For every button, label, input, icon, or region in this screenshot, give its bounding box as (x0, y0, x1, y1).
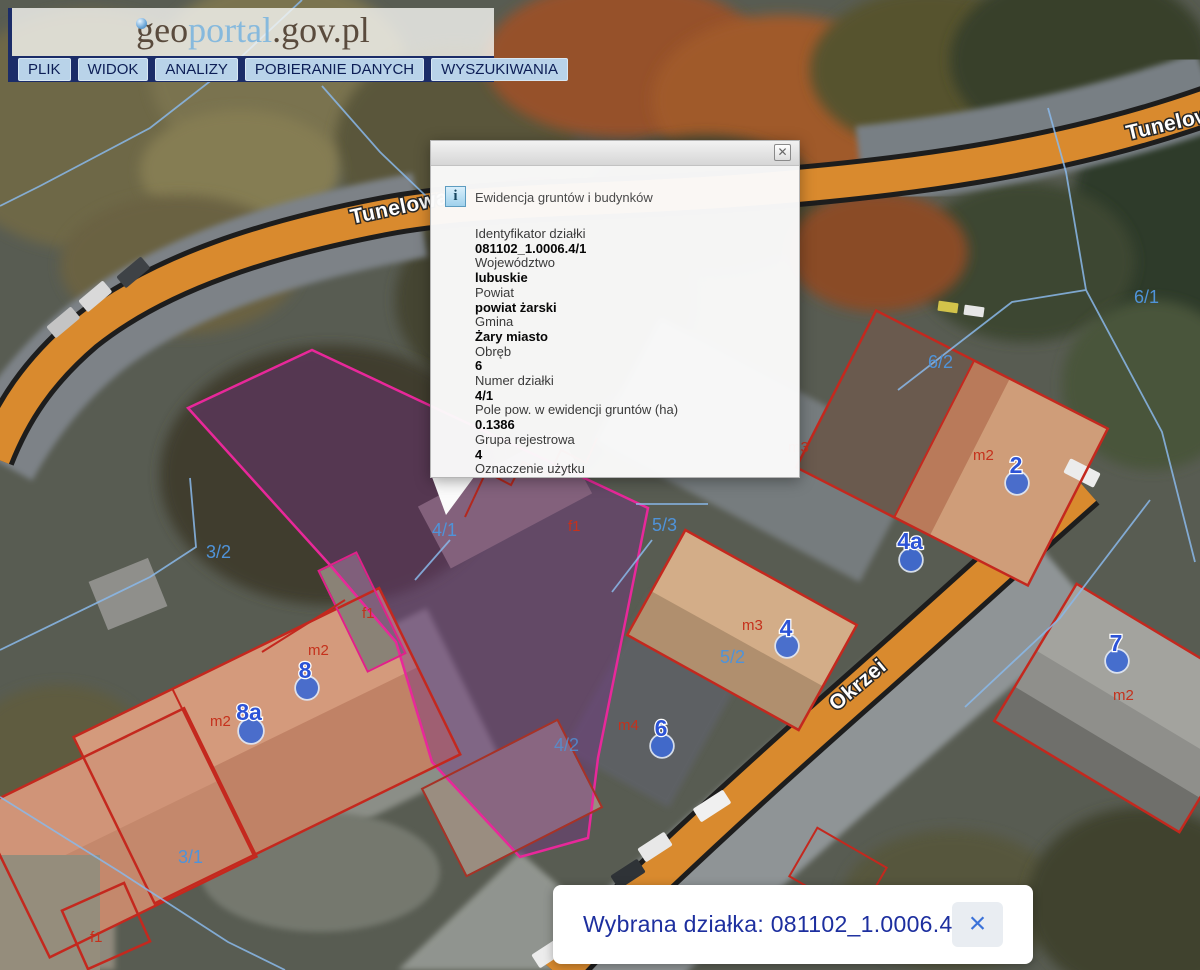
geoportal-app: Tunelowa Tunelowa Okrzei 3/2 4/1 5/3 5/2… (0, 0, 1200, 970)
svg-text:2: 2 (1010, 452, 1023, 478)
info-icon: i (445, 186, 466, 207)
svg-text:8a: 8a (236, 699, 262, 725)
popup-title: Ewidencja gruntów i budynków (475, 190, 653, 205)
svg-text:8: 8 (299, 657, 312, 683)
parcel-label: 4/1 (432, 520, 457, 540)
field-label: Identyfikator działki (475, 227, 791, 242)
svg-text:4a: 4a (897, 528, 923, 554)
field-value: 4/1 (475, 389, 791, 404)
field-value: lubuskie (475, 271, 791, 286)
field-label: Obręb (475, 345, 791, 360)
popup-titlebar[interactable] (431, 141, 799, 166)
field-value: 6 (475, 359, 791, 374)
field-label: Powiat (475, 286, 791, 301)
field-label: Pole pow. w ewidencji gruntów (ha) (475, 403, 791, 418)
info-popup: ✕ i Ewidencja gruntów i budynków Identyf… (430, 140, 800, 478)
field-label: Gmina (475, 315, 791, 330)
svg-text:7: 7 (1110, 630, 1123, 656)
building-label: f1 (90, 929, 103, 946)
parcel-attributes: Identyfikator działki 081102_1.0006.4/1 … (475, 227, 791, 478)
building-label: m4 (618, 717, 639, 734)
building-label: m2 (1113, 687, 1134, 704)
field-value: 081102_1.0006.4/1 (475, 242, 791, 257)
logo-geo: geo (136, 10, 188, 50)
logo-globe-icon (136, 18, 147, 29)
parcel-label: 4/2 (554, 735, 579, 755)
menu-item-analizy[interactable]: ANALIZY (155, 58, 238, 81)
parcel-label: 3/1 (178, 847, 203, 867)
building-label: m3 (742, 617, 763, 634)
field-label: Numer działki (475, 374, 791, 389)
popup-tail (430, 477, 480, 517)
geoportal-logo: geoportal.gov.pl (12, 10, 494, 50)
field-value: 0.1386 (475, 418, 791, 433)
field-label: Województwo (475, 256, 791, 271)
header-panel: geoportal.gov.pl PLIK WIDOK ANALIZY POBI… (8, 8, 494, 82)
house-number-marker-4a[interactable]: 4a (897, 528, 923, 571)
svg-text:6: 6 (655, 715, 668, 741)
selected-parcel-statusbar: Wybrana działka: 081102_1.0006.4/1 × (553, 885, 1033, 964)
field-label: Grupa rejestrowa (475, 433, 791, 448)
statusbar-close-button[interactable]: × (952, 902, 1003, 947)
field-value: 4 (475, 448, 791, 463)
main-menu: PLIK WIDOK ANALIZY POBIERANIE DANYCH WYS… (12, 56, 494, 82)
menu-item-widok[interactable]: WIDOK (78, 58, 149, 81)
logo-portal: portal (188, 10, 272, 50)
building-label: m2 (973, 447, 994, 464)
menu-item-wyszukiwania[interactable]: WYSZUKIWANIA (431, 58, 568, 81)
parcel-label: 5/2 (720, 647, 745, 667)
menu-item-plik[interactable]: PLIK (18, 58, 71, 81)
field-value: powiat żarski (475, 301, 791, 316)
parcel-label: 6/2 (928, 352, 953, 372)
building-label: f1 (362, 605, 375, 622)
logo-gov: .gov.pl (272, 10, 370, 50)
popup-close-button[interactable]: ✕ (774, 144, 791, 161)
house-number-marker-8a[interactable]: 8a (236, 699, 263, 743)
parcel-label: 5/3 (652, 515, 677, 535)
field-label: Oznaczenie użytku (475, 462, 791, 477)
building-label: m2 (210, 713, 231, 730)
field-value: Żary miasto (475, 330, 791, 345)
parcel-label: 6/1 (1134, 287, 1159, 307)
svg-text:4: 4 (780, 615, 793, 641)
parcel-label: 3/2 (206, 542, 231, 562)
building-label: f1 (568, 518, 581, 535)
status-text: Wybrana działka: 081102_1.0006.4/1 (583, 885, 972, 964)
menu-item-pobieranie-danych[interactable]: POBIERANIE DANYCH (245, 58, 424, 81)
